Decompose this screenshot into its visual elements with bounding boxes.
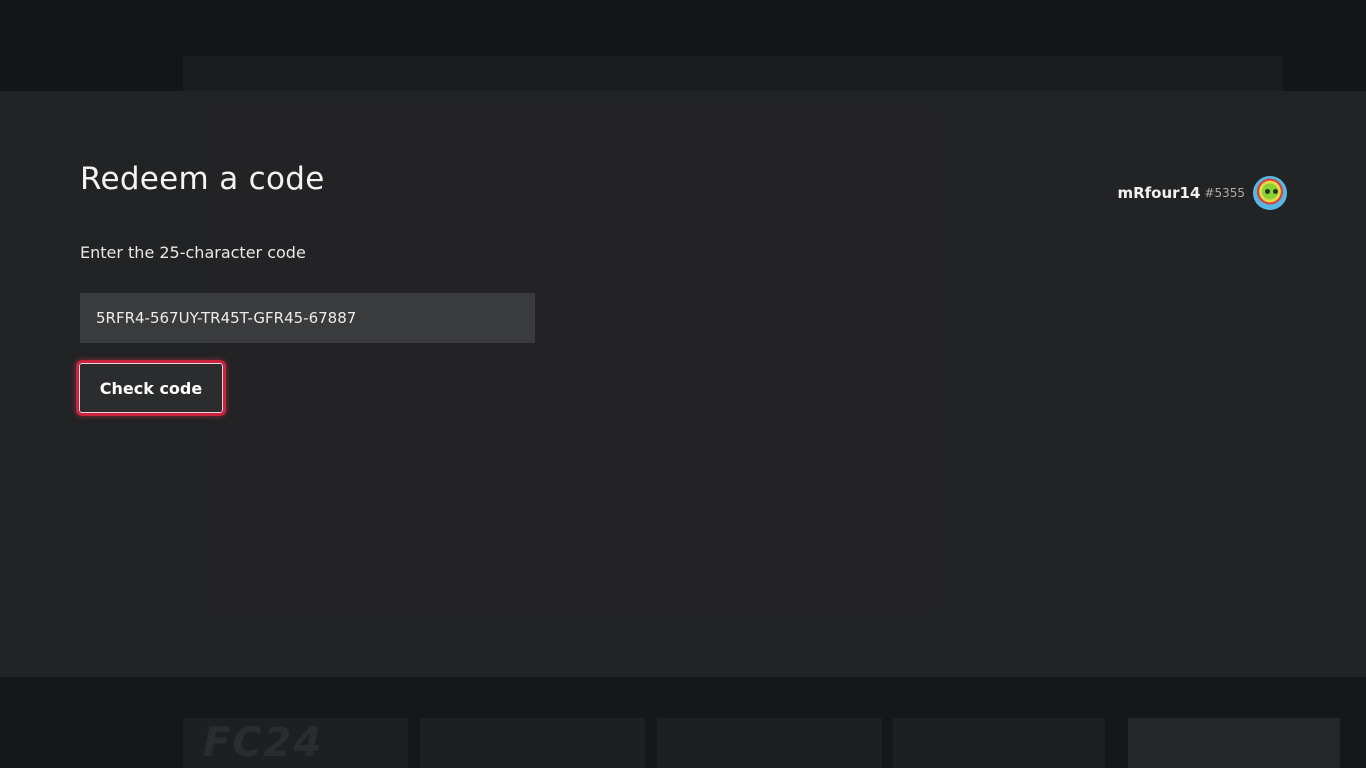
user-profile: mRfour14 #5355 xyxy=(1117,176,1287,210)
avatar-eye xyxy=(1273,189,1278,194)
background-top xyxy=(0,0,1366,91)
background-tile xyxy=(657,718,882,768)
page-title: Redeem a code xyxy=(80,161,325,197)
gamertag: mRfour14 xyxy=(1117,184,1201,202)
background-tile-game: FC24 xyxy=(183,718,408,768)
redeem-dialog: Redeem a code Enter the 25-character cod… xyxy=(0,91,1366,677)
gamertag-suffix: #5355 xyxy=(1204,186,1245,200)
background-tile xyxy=(893,718,1105,768)
background-tile xyxy=(1128,718,1340,768)
avatar-icon xyxy=(1253,176,1287,210)
background-blur-bar xyxy=(183,56,1283,91)
avatar-eye xyxy=(1265,189,1270,194)
code-input[interactable] xyxy=(80,293,535,343)
background-tile xyxy=(420,718,645,768)
instruction-text: Enter the 25-character code xyxy=(80,243,306,262)
check-code-button[interactable]: Check code xyxy=(76,360,226,416)
